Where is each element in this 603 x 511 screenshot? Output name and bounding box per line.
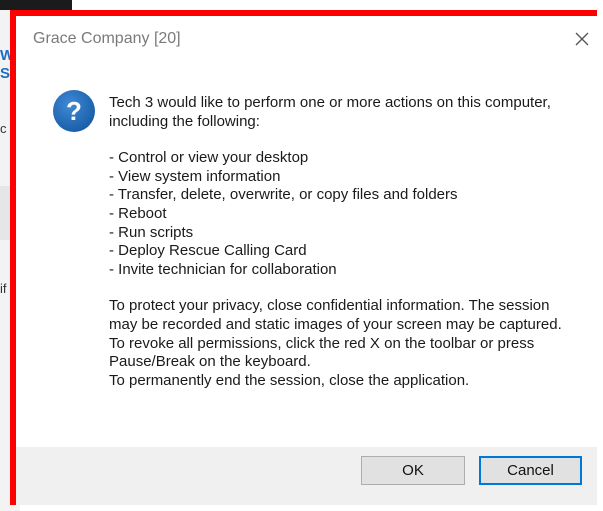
privacy-note: To protect your privacy, close confident…	[109, 297, 562, 333]
end-session-note: To permanently end the session, close th…	[109, 371, 470, 389]
close-icon	[575, 32, 589, 46]
dialog-titlebar: Grace Company [20]	[16, 16, 597, 62]
action-item: - Invite technician for collaboration	[109, 260, 337, 278]
background-titlebar	[0, 0, 72, 10]
cancel-button[interactable]: Cancel	[479, 456, 582, 485]
action-item: - Transfer, delete, overwrite, or copy f…	[109, 186, 458, 204]
ok-button[interactable]: OK	[361, 456, 465, 485]
dialog-title: Grace Company [20]	[33, 30, 181, 47]
action-item: - Reboot	[109, 204, 167, 222]
action-item: - Run scripts	[109, 223, 194, 241]
dialog-message: Tech 3 would like to perform one or more…	[109, 94, 579, 390]
action-item: - Deploy Rescue Calling Card	[109, 242, 307, 260]
svg-text:?: ?	[66, 96, 82, 126]
close-button[interactable]	[569, 26, 595, 52]
intro-text: Tech 3 would like to perform one or more…	[109, 94, 551, 130]
action-item: - View system information	[109, 167, 281, 185]
revoke-note: To revoke all permissions, click the red…	[109, 334, 535, 371]
question-icon: ?	[53, 90, 95, 132]
permission-dialog: Grace Company [20] ? Tech 3 would like t…	[16, 16, 597, 505]
action-item: - Control or view your desktop	[109, 149, 309, 167]
